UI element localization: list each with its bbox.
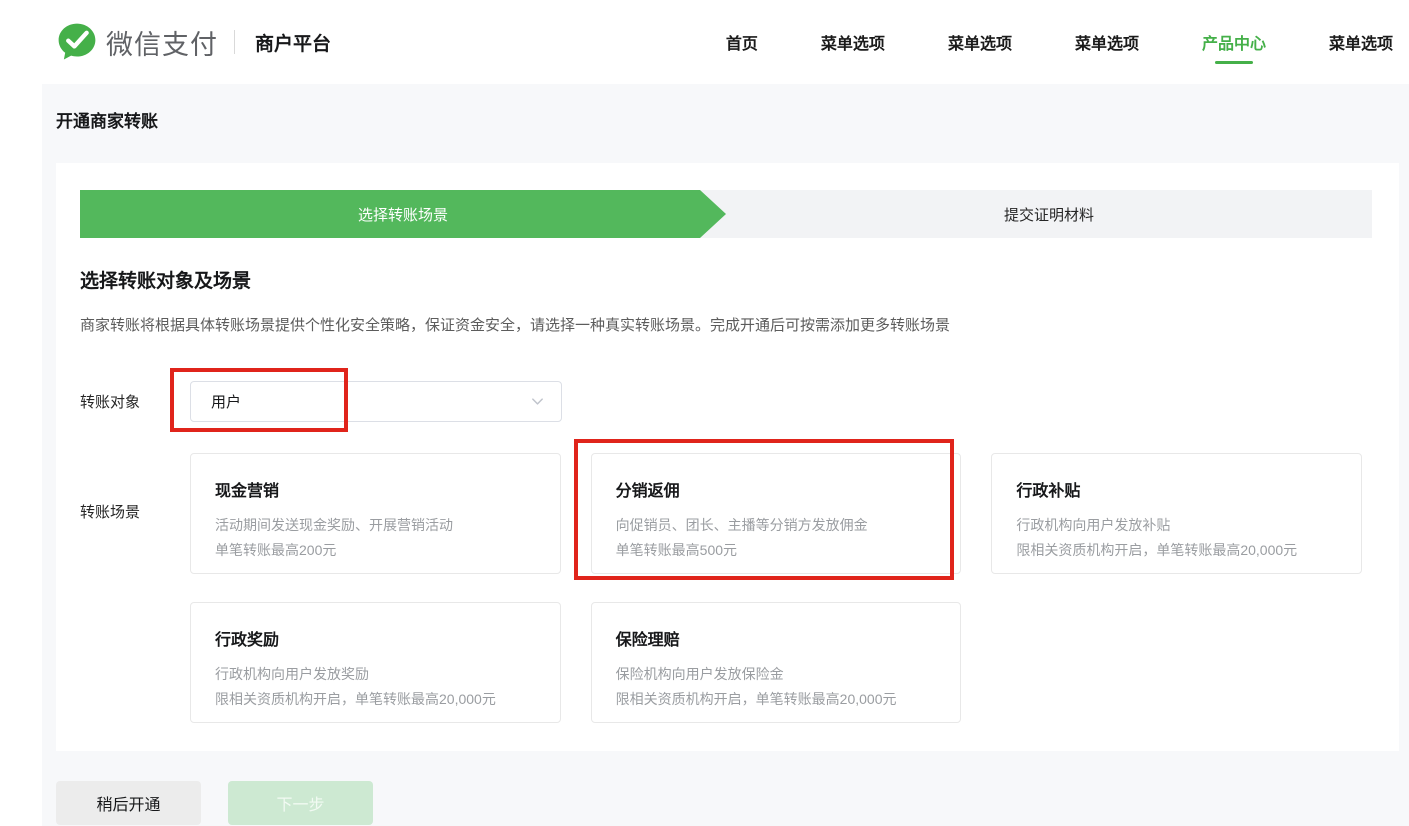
card-description: 保险机构向用户发放保险金 [616,662,937,687]
card-title: 行政补贴 [1016,477,1337,501]
nav-item-menu-3[interactable]: 菜单选项 [1075,0,1139,84]
nav-item-label: 菜单选项 [1075,30,1139,54]
transfer-target-select[interactable]: 用户 [190,381,562,422]
nav-item-menu-2[interactable]: 菜单选项 [948,0,1012,84]
card-description: 活动期间发送现金奖励、开展营销活动 [215,513,536,538]
wechat-pay-logo-icon [56,21,98,63]
card-description: 行政机构向用户发放奖励 [215,662,536,687]
nav-item-menu-4[interactable]: 菜单选项 [1329,0,1393,84]
wechat-pay-logo[interactable]: 微信支付 商户平台 [56,0,331,84]
section-title: 选择转账对象及场景 [80,266,251,293]
card-description: 向促销员、团长、主播等分销方发放佣金 [616,513,937,538]
scene-card-government-subsidy[interactable]: 行政补贴 行政机构向用户发放补贴 限相关资质机构开启，单笔转账最高20,000元 [991,453,1362,574]
card-limit: 单笔转账最高500元 [616,538,937,563]
card-title: 保险理赔 [616,626,937,650]
logo-divider [234,30,235,54]
sub-brand-name: 商户平台 [255,29,331,56]
main-nav: 首页 菜单选项 菜单选项 菜单选项 产品中心 菜单选项 [726,0,1393,84]
card-limit: 限相关资质机构开启，单笔转账最高20,000元 [1016,538,1337,563]
scene-card-distribution-commission[interactable]: 分销返佣 向促销员、团长、主播等分销方发放佣金 单笔转账最高500元 [591,453,962,574]
page-title: 开通商家转账 [56,107,158,132]
transfer-target-row: 转账对象 用户 [80,381,562,422]
card-limit: 单笔转账最高200元 [215,538,536,563]
step-submit-materials: 提交证明材料 [700,190,1372,238]
section-description: 商家转账将根据具体转账场景提供个性化安全策略，保证资金安全，请选择一种真实转账场… [80,314,950,335]
scene-card-grid: 现金营销 活动期间发送现金奖励、开展营销活动 单笔转账最高200元 分销返佣 向… [190,453,1362,723]
nav-item-label: 菜单选项 [821,30,885,54]
main-panel: 选择转账场景 提交证明材料 选择转账对象及场景 商家转账将根据具体转账场景提供个… [56,163,1399,751]
scene-card-insurance-claim[interactable]: 保险理赔 保险机构向用户发放保险金 限相关资质机构开启，单笔转账最高20,000… [591,602,962,723]
next-step-button[interactable]: 下一步 [228,781,373,825]
nav-item-menu-1[interactable]: 菜单选项 [821,0,885,84]
top-navigation-bar: 微信支付 商户平台 首页 菜单选项 菜单选项 菜单选项 产品中心 菜单选项 [0,0,1409,84]
selected-value: 用户 [211,391,530,412]
nav-item-home[interactable]: 首页 [726,0,758,84]
scene-card-cash-marketing[interactable]: 现金营销 活动期间发送现金奖励、开展营销活动 单笔转账最高200元 [190,453,561,574]
nav-item-label: 菜单选项 [1329,30,1393,54]
nav-item-product-center[interactable]: 产品中心 [1202,0,1266,84]
transfer-scene-label: 转账场景 [80,453,190,723]
step-choose-scene: 选择转账场景 [80,190,726,238]
card-title: 分销返佣 [616,477,937,501]
card-title: 行政奖励 [215,626,536,650]
step-label: 提交证明材料 [1004,204,1094,225]
brand-name: 微信支付 [106,23,218,62]
open-later-button[interactable]: 稍后开通 [56,781,201,825]
scene-card-government-reward[interactable]: 行政奖励 行政机构向用户发放奖励 限相关资质机构开启，单笔转账最高20,000元 [190,602,561,723]
nav-item-label: 首页 [726,30,758,54]
card-limit: 限相关资质机构开启，单笔转账最高20,000元 [616,687,937,712]
nav-item-label: 产品中心 [1202,30,1266,54]
card-title: 现金营销 [215,477,536,501]
step-label: 选择转账场景 [358,204,448,225]
transfer-target-label: 转账对象 [80,391,190,412]
chevron-down-icon [530,394,545,409]
progress-steps: 选择转账场景 提交证明材料 [80,190,1372,238]
nav-item-label: 菜单选项 [948,30,1012,54]
transfer-scene-row: 转账场景 现金营销 活动期间发送现金奖励、开展营销活动 单笔转账最高200元 分… [80,453,1362,723]
active-nav-underline [1215,61,1253,64]
card-limit: 限相关资质机构开启，单笔转账最高20,000元 [215,687,536,712]
card-description: 行政机构向用户发放补贴 [1016,513,1337,538]
